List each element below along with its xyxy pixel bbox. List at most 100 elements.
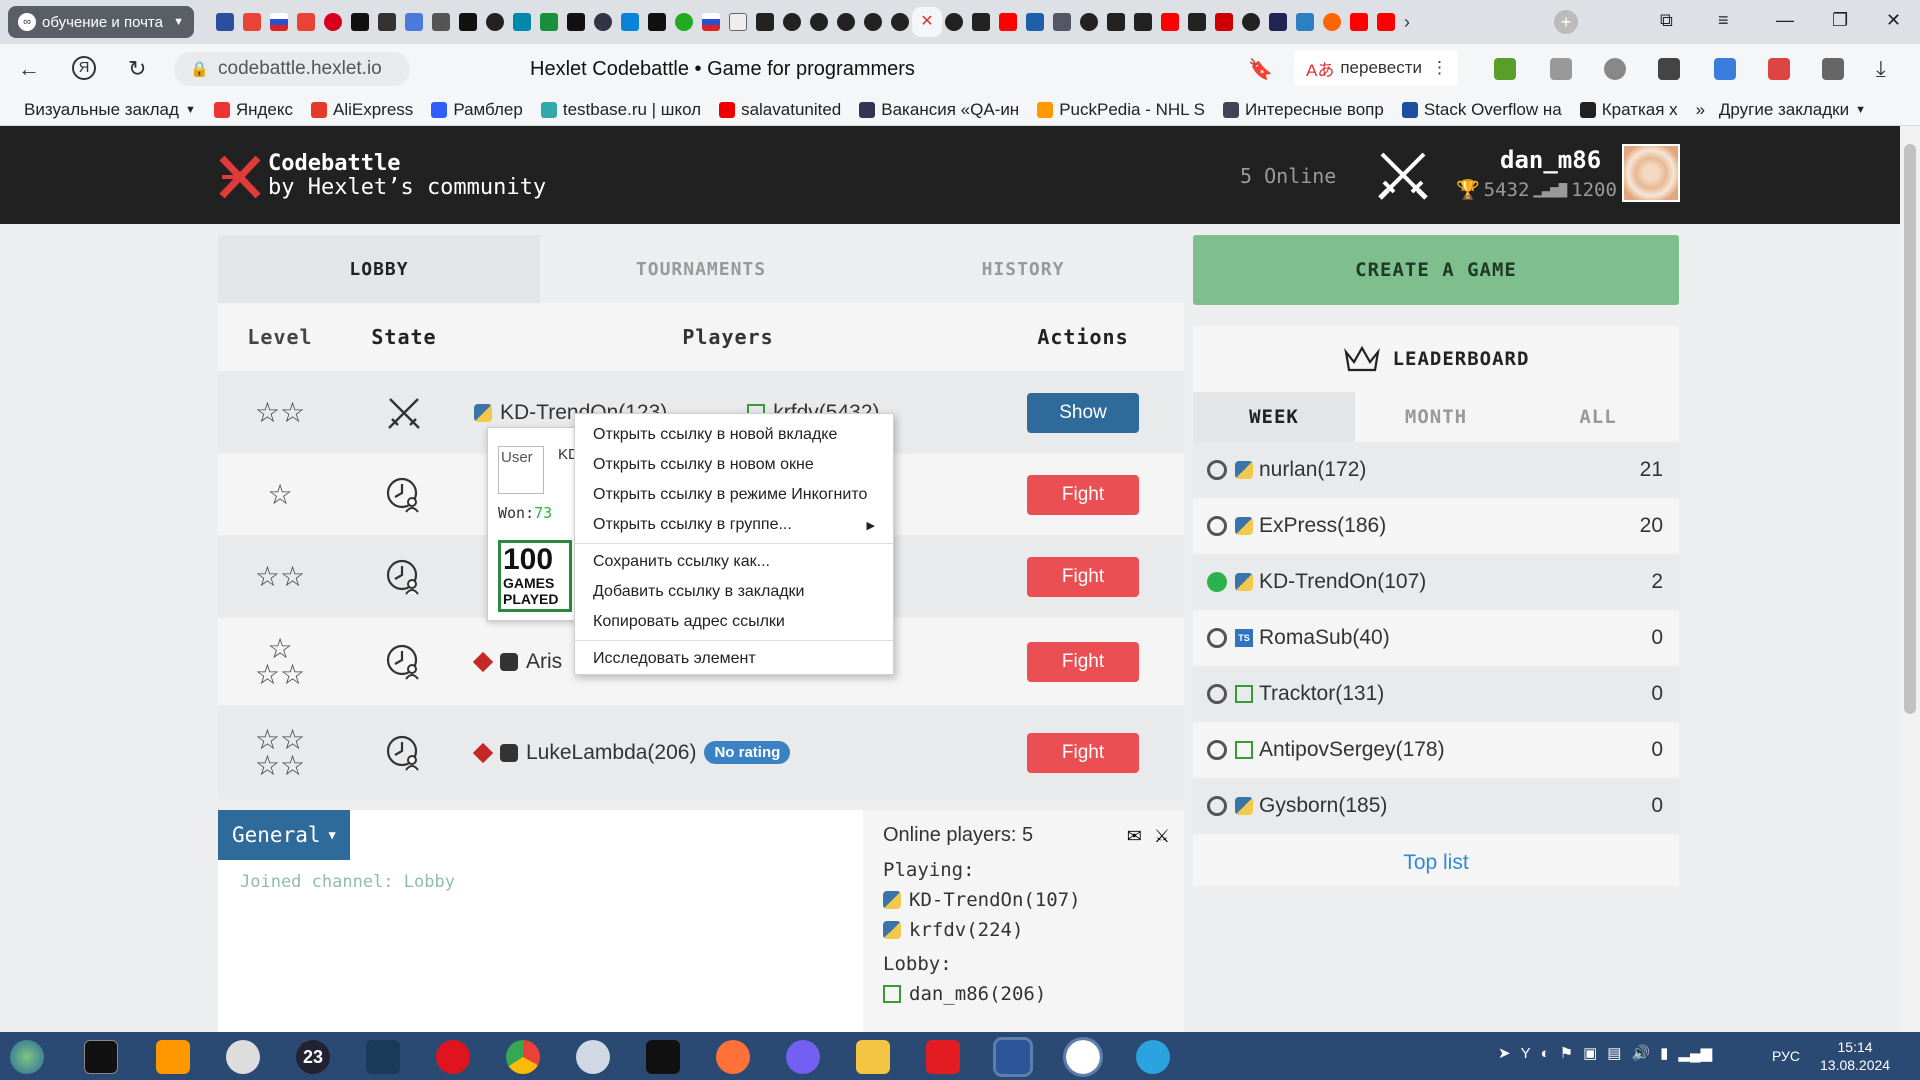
tab-app-icon[interactable]: [1053, 13, 1071, 31]
minimize-icon[interactable]: —: [1776, 10, 1794, 31]
leaderboard-row[interactable]: Tracktor(131) 0: [1193, 666, 1679, 722]
bookmark-item[interactable]: Интересные вопр: [1223, 100, 1384, 120]
start-globe-icon[interactable]: [10, 1040, 44, 1074]
tab-m-icon[interactable]: [621, 13, 639, 31]
tab-all[interactable]: ALL: [1517, 392, 1679, 442]
ctx-open-incognito[interactable]: Открыть ссылку в режиме Инкогнито: [575, 480, 893, 510]
viber-icon[interactable]: [786, 1040, 820, 1074]
other-bookmarks[interactable]: Другие закладки ▼: [1719, 100, 1866, 120]
battery-icon[interactable]: ▮: [1660, 1044, 1668, 1062]
tab-terminal-icon[interactable]: [351, 13, 369, 31]
back-icon[interactable]: ←: [18, 56, 40, 82]
tab-lobby[interactable]: LOBBY: [218, 235, 540, 303]
username[interactable]: dan_m86: [1500, 146, 1601, 174]
tab-plus-icon[interactable]: [540, 13, 558, 31]
bookmark-icon[interactable]: 🔖: [1248, 57, 1273, 82]
tab-github-icon[interactable]: [810, 13, 828, 31]
tab-group[interactable]: ∞ обучение и почта ▼: [8, 6, 194, 38]
yandex-browser-icon[interactable]: [1063, 1037, 1103, 1077]
tab-arrows-icon[interactable]: [513, 13, 531, 31]
tab-codebattle-icon[interactable]: [756, 13, 774, 31]
tab-youtube-icon[interactable]: [999, 13, 1017, 31]
globe-ext-icon[interactable]: [1604, 58, 1626, 80]
ctx-save-link[interactable]: Сохранить ссылку как...: [575, 547, 893, 577]
github-desktop-icon[interactable]: [646, 1040, 680, 1074]
clock[interactable]: 15:14 13.08.2024: [1820, 1038, 1890, 1074]
tray-app-icon[interactable]: ▣: [1583, 1044, 1597, 1062]
ctx-inspect[interactable]: Исследовать элемент: [575, 644, 893, 674]
tab-github-icon[interactable]: [486, 13, 504, 31]
bookmark-item[interactable]: Рамблер: [431, 100, 523, 120]
downloads-icon[interactable]: ⤓: [1876, 56, 1886, 82]
calendar-icon[interactable]: 23: [296, 1040, 330, 1074]
leaderboard-row[interactable]: AntipovSergey(178) 0: [1193, 722, 1679, 778]
tab-doc-icon[interactable]: [405, 13, 423, 31]
tab-youtube-icon[interactable]: [1350, 13, 1368, 31]
tab-active-codebattle-icon[interactable]: ✕: [912, 7, 942, 37]
tray-app-icon[interactable]: ◐: [1541, 1045, 1550, 1062]
online-player[interactable]: dan_m86(206): [883, 983, 1184, 1005]
bookmarks-overflow[interactable]: »: [1696, 100, 1705, 120]
bookmark-item[interactable]: Краткая х: [1579, 100, 1678, 120]
player-link[interactable]: LukeLambda(206): [526, 741, 696, 765]
app-icon[interactable]: [226, 1040, 260, 1074]
online-player[interactable]: KD-TrendOn(107): [883, 889, 1184, 911]
fight-button[interactable]: Fight: [1027, 556, 1139, 597]
ctx-add-bookmark[interactable]: Добавить ссылку в закладки: [575, 577, 893, 607]
tab-green-icon[interactable]: [675, 13, 693, 31]
tab-orange-icon[interactable]: [1323, 13, 1341, 31]
leaderboard-row[interactable]: KD-TrendOn(107) 2: [1193, 554, 1679, 610]
crossed-swords-icon[interactable]: [1376, 148, 1430, 202]
tab-github-icon[interactable]: [891, 13, 909, 31]
tab-page-icon[interactable]: [729, 13, 747, 31]
tab-codebattle-icon[interactable]: [972, 13, 990, 31]
tab-h-icon[interactable]: [648, 13, 666, 31]
close-window-icon[interactable]: ✕: [1886, 10, 1901, 31]
codebattle-logo-icon[interactable]: [218, 152, 262, 202]
tab-hh-icon[interactable]: [324, 13, 342, 31]
tab-h-icon[interactable]: [459, 13, 477, 31]
menu-icon[interactable]: ≡: [1718, 10, 1729, 31]
restore-icon[interactable]: ❐: [1832, 10, 1848, 31]
mysql-icon[interactable]: [366, 1040, 400, 1074]
online-player[interactable]: krfdv(224): [883, 919, 1184, 941]
show-button[interactable]: Show: [1027, 392, 1139, 433]
tab-scroll-right-icon[interactable]: ›: [1404, 12, 1410, 33]
sublime-icon[interactable]: [156, 1040, 190, 1074]
scroll-thumb[interactable]: [1904, 144, 1916, 714]
tab-github-icon[interactable]: [783, 13, 801, 31]
reload-icon[interactable]: ↻: [128, 56, 146, 82]
tab-app-icon[interactable]: [1026, 13, 1044, 31]
tab-tournaments[interactable]: TOURNAMENTS: [540, 235, 862, 303]
bookmark-item[interactable]: Визуальные заклад ▼: [24, 100, 196, 120]
leaderboard-row[interactable]: nurlan(172) 21: [1193, 442, 1679, 498]
bookmark-item[interactable]: AliExpress: [311, 100, 413, 120]
tab-chevron-icon[interactable]: [1269, 13, 1287, 31]
tab-flag-icon[interactable]: [270, 13, 288, 31]
tab-codebattle-icon[interactable]: [1188, 13, 1206, 31]
translate-button[interactable]: Aあ перевести ⋮: [1294, 50, 1458, 86]
crossed-swords-icon[interactable]: ⚔: [1154, 826, 1170, 847]
tab-github-icon[interactable]: [837, 13, 855, 31]
tab-codebattle-icon[interactable]: [1134, 13, 1152, 31]
create-game-button[interactable]: CREATE A GAME: [1193, 235, 1679, 305]
tab-github-icon[interactable]: [864, 13, 882, 31]
tab-mail-icon[interactable]: [216, 13, 234, 31]
bookmark-item[interactable]: testbase.ru | школ: [540, 100, 701, 120]
ctx-copy-link[interactable]: Копировать адрес ссылки: [575, 607, 893, 637]
tray-app-icon[interactable]: ▤: [1607, 1044, 1621, 1062]
page-scrollbar[interactable]: [1900, 126, 1920, 1032]
new-tab-button[interactable]: +: [1554, 10, 1578, 34]
cmd-icon[interactable]: [84, 1040, 118, 1074]
fight-button[interactable]: Fight: [1027, 732, 1139, 773]
tab-history[interactable]: HISTORY: [862, 235, 1184, 303]
tab-week[interactable]: WEEK: [1193, 392, 1355, 442]
acrobat-icon[interactable]: [926, 1040, 960, 1074]
tabs-list-icon[interactable]: ⧉: [1660, 10, 1673, 31]
tab-youtube-icon[interactable]: [1161, 13, 1179, 31]
tab-codebattle-icon[interactable]: [1107, 13, 1125, 31]
tool-ext-icon[interactable]: [1550, 58, 1572, 80]
tab-arrow-icon[interactable]: [1215, 13, 1233, 31]
tab-github-icon[interactable]: [945, 13, 963, 31]
avatar[interactable]: [1622, 144, 1680, 202]
